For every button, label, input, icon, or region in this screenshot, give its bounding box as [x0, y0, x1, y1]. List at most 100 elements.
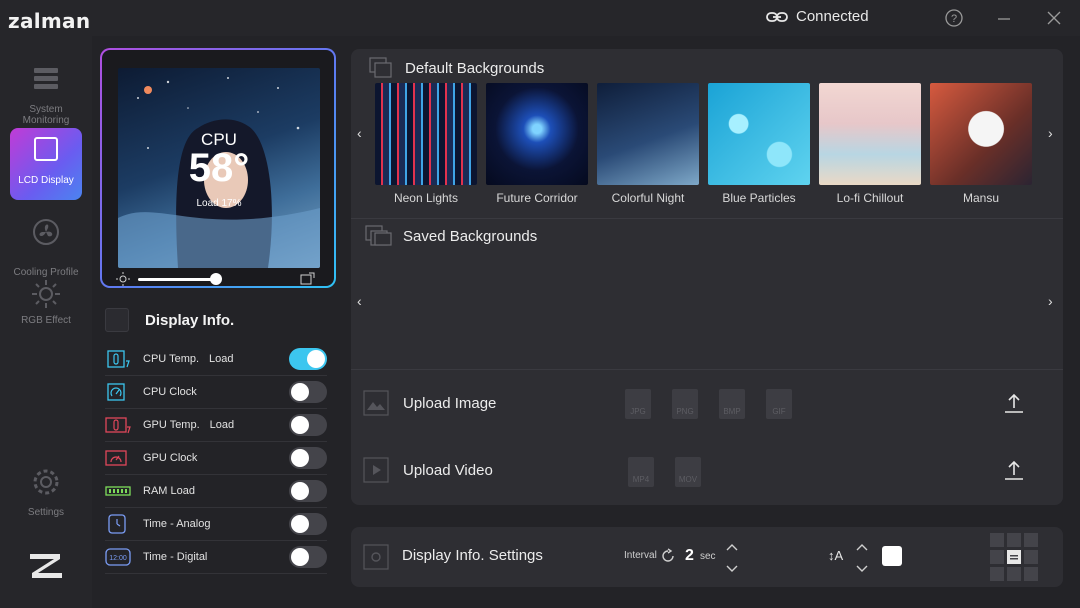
- toggle-knob: [291, 548, 309, 566]
- info-row-label: CPU Temp.: [143, 353, 200, 365]
- nav-rgb-effect[interactable]: RGB Effect: [10, 272, 82, 344]
- info-row-label: GPU Temp.: [143, 419, 200, 431]
- nav-label: Settings: [27, 507, 65, 518]
- background-thumb-mansu[interactable]: Mansu: [930, 83, 1032, 205]
- position-grid-icon[interactable]: [988, 531, 1040, 583]
- format-png-icon: PNG: [672, 389, 698, 419]
- text-color-swatch[interactable]: [882, 546, 902, 566]
- thumb-image: [930, 83, 1032, 185]
- title-bar: [0, 0, 1080, 36]
- info-row-ram-load: RAM Load: [105, 475, 327, 508]
- info-row-cpu-temp: CPU Temp. Load: [105, 343, 327, 376]
- thumb-caption: Lo-fi Chillout: [836, 191, 904, 205]
- layers-icon: [369, 57, 392, 78]
- nav-system-monitoring[interactable]: System Monitoring: [10, 58, 82, 130]
- interval-label: Interval: [624, 550, 657, 561]
- upload-image-row: Upload Image: [363, 390, 496, 416]
- brightness-slider-handle[interactable]: [210, 273, 222, 285]
- default-next-arrow[interactable]: ›: [1048, 125, 1053, 141]
- lcd-display-icon: [34, 137, 58, 161]
- preview-background: CPU 58° Load 17%: [118, 68, 320, 268]
- nav-label: System Monitoring: [22, 104, 70, 126]
- info-row-label: Time - Analog: [143, 518, 211, 530]
- saved-backgrounds-header: Saved Backgrounds: [365, 225, 537, 247]
- minimize-icon[interactable]: [992, 6, 1016, 30]
- cpu-clock-toggle[interactable]: [289, 381, 327, 403]
- thumb-image: [375, 83, 477, 185]
- toggle-knob: [291, 449, 309, 467]
- info-row-time-digital: 12:00 Time - Digital: [105, 541, 327, 574]
- default-prev-arrow[interactable]: ‹: [357, 125, 362, 141]
- zalman-mark-icon: [30, 554, 62, 578]
- upload-video-row: Upload Video: [363, 457, 493, 483]
- gpu-clock-icon: [105, 450, 127, 466]
- cpu-temp-toggle[interactable]: [289, 348, 327, 370]
- ram-load-toggle[interactable]: [289, 480, 327, 502]
- gpu-temp-toggle[interactable]: [289, 414, 327, 436]
- upload-video-icon[interactable]: [1003, 459, 1025, 481]
- nav-settings[interactable]: Settings: [10, 460, 82, 532]
- background-thumb-future-corridor[interactable]: Future Corridor: [486, 83, 588, 205]
- format-bmp-icon: BMP: [719, 389, 745, 419]
- info-row-time-analog: Time - Analog: [105, 508, 327, 541]
- nav-label: RGB Effect: [21, 315, 71, 326]
- font-size-stepper[interactable]: [855, 542, 869, 574]
- link-icon: [766, 11, 788, 22]
- info-row-label: Time - Digital: [143, 551, 208, 563]
- gpu-clock-toggle[interactable]: [289, 447, 327, 469]
- format-mov-icon: MOV: [675, 457, 701, 487]
- thumb-caption: Neon Lights: [393, 191, 459, 205]
- background-thumb-colorful-night[interactable]: Colorful Night: [597, 83, 699, 205]
- settings-icon: [363, 544, 389, 570]
- thumb-caption: Future Corridor: [496, 191, 578, 205]
- backgrounds-panel: Default Backgrounds ‹ › Neon Lights Futu…: [351, 49, 1063, 505]
- svg-text:?: ?: [951, 13, 957, 25]
- time-analog-toggle[interactable]: [289, 513, 327, 535]
- thumb-image: [819, 83, 921, 185]
- info-row-label: RAM Load: [143, 485, 195, 497]
- interval-stepper[interactable]: [725, 542, 739, 574]
- info-row-extra: Load: [209, 353, 234, 365]
- digital-clock-icon: 12:00: [105, 548, 131, 566]
- ram-icon: [105, 486, 131, 496]
- toggle-knob: [307, 350, 325, 368]
- close-icon[interactable]: [1042, 6, 1066, 30]
- nav-label: LCD Display: [18, 175, 74, 186]
- refresh-icon: [662, 548, 674, 562]
- format-jpg-icon: JPG: [625, 389, 651, 419]
- brand-logo: zalman: [8, 9, 91, 33]
- display-info-checkbox[interactable]: [105, 308, 129, 332]
- default-backgrounds-title: Default Backgrounds: [405, 59, 545, 77]
- format-mp4-icon: MP4: [628, 457, 654, 487]
- time-digital-toggle[interactable]: [289, 546, 327, 568]
- background-thumb-lofi-chillout[interactable]: Lo-fi Chillout: [819, 83, 921, 205]
- display-info-header: Display Info.: [105, 308, 234, 332]
- connection-label: Connected: [796, 8, 869, 25]
- background-thumb-blue-particles[interactable]: Blue Particles: [708, 83, 810, 205]
- saved-prev-arrow[interactable]: ‹: [357, 293, 362, 309]
- interval-unit: sec: [700, 551, 716, 562]
- default-backgrounds-list: Neon Lights Future Corridor Colorful Nig…: [375, 83, 1032, 205]
- brightness-icon: [116, 272, 130, 286]
- toggle-knob: [291, 383, 309, 401]
- info-row-cpu-clock: CPU Clock: [105, 376, 327, 409]
- layers-icon: [365, 225, 392, 246]
- upload-video-label: Upload Video: [403, 461, 493, 479]
- image-icon: [363, 390, 389, 416]
- thumb-image: [597, 83, 699, 185]
- upload-image-icon[interactable]: [1003, 392, 1025, 414]
- brightness-slider-track[interactable]: [138, 278, 218, 281]
- format-gif-icon: GIF: [766, 389, 792, 419]
- cpu-temp-icon: [107, 350, 130, 368]
- thumb-caption: Mansu: [962, 191, 1000, 205]
- saved-next-arrow[interactable]: ›: [1048, 293, 1053, 309]
- info-row-gpu-temp: GPU Temp. Load: [105, 409, 327, 442]
- info-row-gpu-clock: GPU Clock: [105, 442, 327, 475]
- default-backgrounds-header: Default Backgrounds: [369, 57, 544, 79]
- video-icon: [363, 457, 389, 483]
- background-thumb-neon-lights[interactable]: Neon Lights: [375, 83, 477, 205]
- help-icon[interactable]: ?: [942, 6, 966, 30]
- interval-value: 2: [685, 547, 694, 564]
- rotate-screen-icon[interactable]: [300, 272, 316, 286]
- nav-lcd-display[interactable]: LCD Display: [10, 128, 82, 200]
